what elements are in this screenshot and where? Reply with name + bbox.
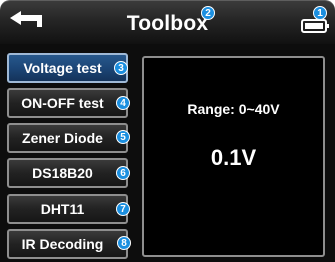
callout-title: 2 [201,6,215,20]
voltage-test-button[interactable]: Voltage test [7,53,128,83]
ir-decoding-button[interactable]: IR Decoding [7,229,128,259]
on-off-test-button[interactable]: ON-OFF test [7,88,128,118]
callout-dht11: 7 [116,202,130,216]
range-label: Range: 0~40V [187,101,280,117]
zener-diode-button[interactable]: Zener Diode [7,123,128,153]
callout-voltage-test: 3 [114,61,128,75]
callout-ir-decoding: 8 [117,236,131,250]
toolbox-screen: Toolbox 2 1 Voltage test 3 ON-OFF test 4… [0,0,335,262]
menu-item-label: Voltage test [23,60,102,76]
callout-on-off-test: 4 [116,96,130,110]
dht11-button[interactable]: DHT11 [7,194,128,224]
menu-item-label: DS18B20 [32,165,93,181]
callout-battery: 1 [313,6,327,20]
voltage-reading: 0.1V [210,145,257,170]
menu-item-label: ON-OFF test [21,95,104,111]
menu-item-label: IR Decoding [21,236,104,252]
menu-item-label: Zener Diode [22,130,103,146]
page-title: Toolbox [126,12,209,35]
measurement-display: Range: 0~40V 0.1V [142,56,325,257]
callout-zener-diode: 5 [116,130,130,144]
title-bar: Toolbox 2 1 [0,0,335,44]
back-button[interactable] [4,4,56,40]
back-arrow-icon [10,11,42,27]
callout-ds18b20: 6 [116,166,130,180]
menu-item-label: DHT11 [40,201,85,217]
ds18b20-button[interactable]: DS18B20 [7,158,128,188]
